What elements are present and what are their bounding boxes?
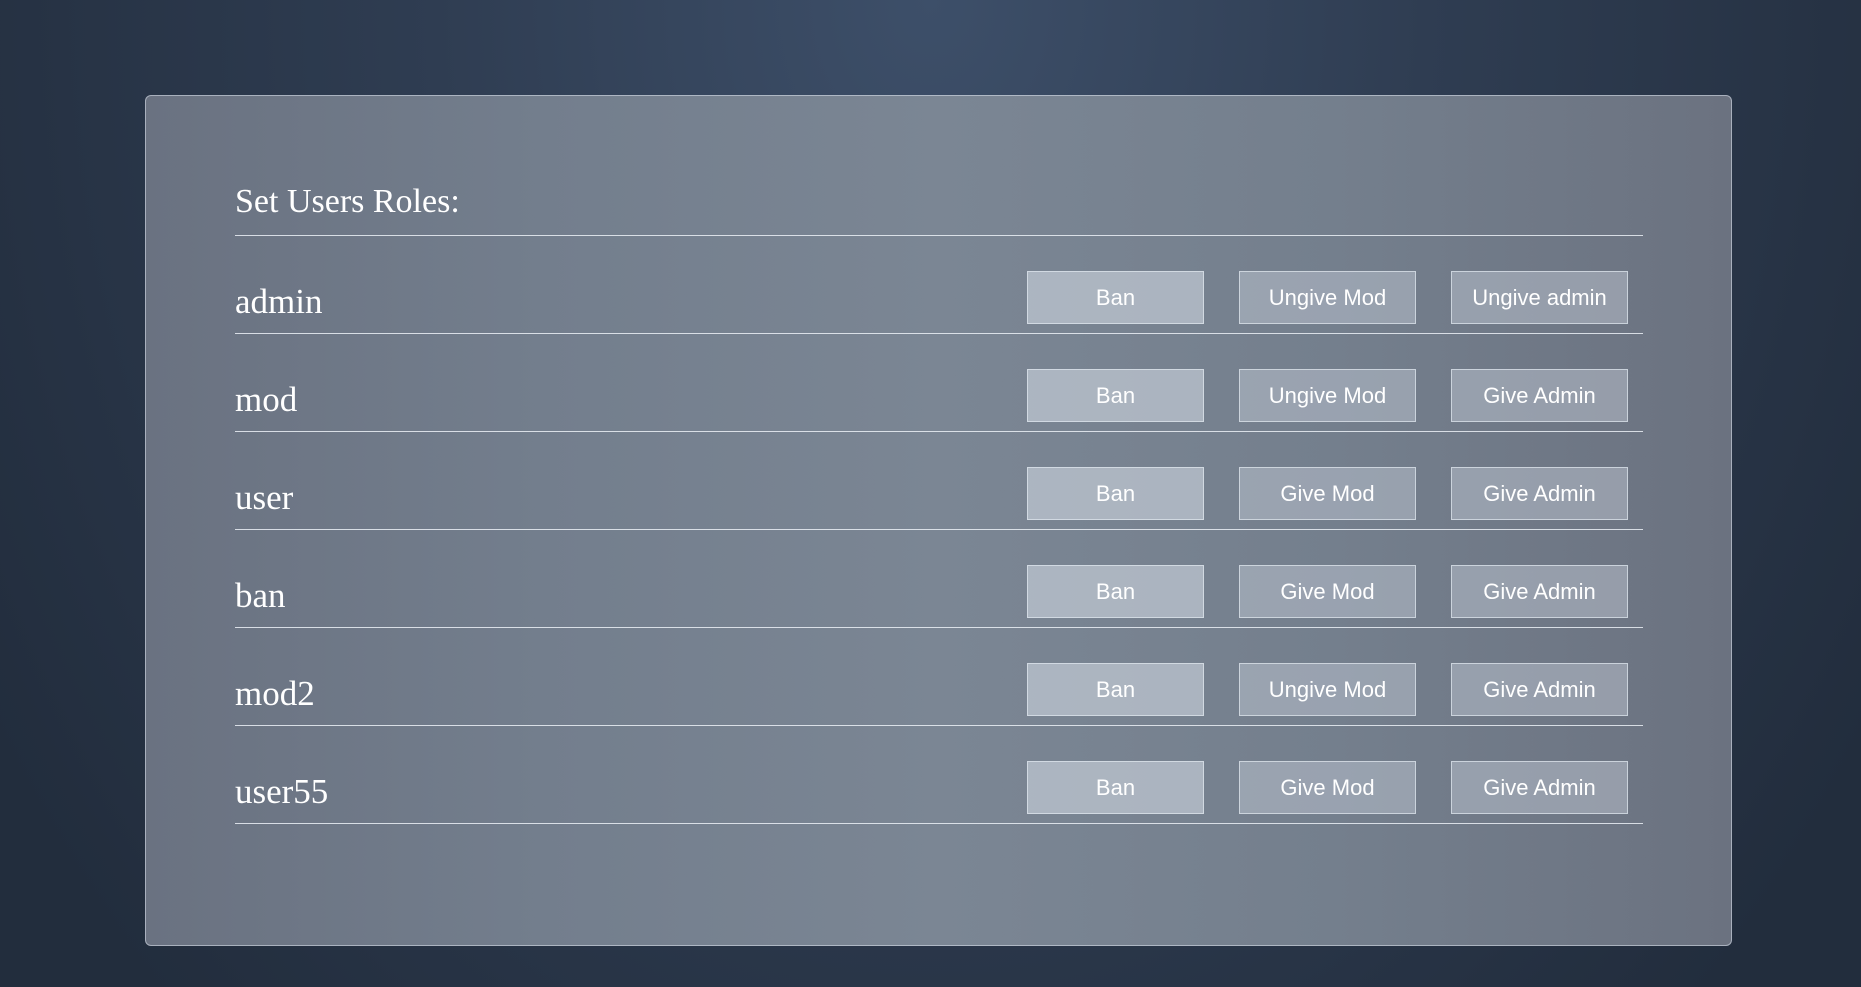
- user-actions: Ban Ungive Mod Give Admin: [1027, 663, 1628, 716]
- page-title: Set Users Roles:: [235, 183, 460, 220]
- user-actions: Ban Ungive Mod Give Admin: [1027, 369, 1628, 422]
- ungive-admin-button[interactable]: Ungive admin: [1451, 271, 1628, 324]
- user-name: ban: [235, 576, 286, 615]
- give-admin-button[interactable]: Give Admin: [1451, 761, 1628, 814]
- user-row-mod2: mod2 Ban Ungive Mod Give Admin: [235, 628, 1643, 726]
- ban-button[interactable]: Ban: [1027, 467, 1204, 520]
- ungive-mod-button[interactable]: Ungive Mod: [1239, 663, 1416, 716]
- user-name: mod: [235, 380, 298, 419]
- give-mod-button[interactable]: Give Mod: [1239, 761, 1416, 814]
- ban-button[interactable]: Ban: [1027, 369, 1204, 422]
- give-admin-button[interactable]: Give Admin: [1451, 467, 1628, 520]
- ban-button[interactable]: Ban: [1027, 271, 1204, 324]
- user-row-admin: admin Ban Ungive Mod Ungive admin: [235, 236, 1643, 334]
- user-name: user55: [235, 772, 329, 811]
- user-name: admin: [235, 282, 323, 321]
- ungive-mod-button[interactable]: Ungive Mod: [1239, 271, 1416, 324]
- user-row-ban: ban Ban Give Mod Give Admin: [235, 530, 1643, 628]
- give-admin-button[interactable]: Give Admin: [1451, 369, 1628, 422]
- user-role-list: admin Ban Ungive Mod Ungive admin mod Ba…: [235, 236, 1643, 824]
- give-admin-button[interactable]: Give Admin: [1451, 565, 1628, 618]
- user-row-mod: mod Ban Ungive Mod Give Admin: [235, 334, 1643, 432]
- give-mod-button[interactable]: Give Mod: [1239, 565, 1416, 618]
- user-actions: Ban Give Mod Give Admin: [1027, 467, 1628, 520]
- ungive-mod-button[interactable]: Ungive Mod: [1239, 369, 1416, 422]
- ban-button[interactable]: Ban: [1027, 663, 1204, 716]
- user-row-user: user Ban Give Mod Give Admin: [235, 432, 1643, 530]
- ban-button[interactable]: Ban: [1027, 761, 1204, 814]
- give-admin-button[interactable]: Give Admin: [1451, 663, 1628, 716]
- ban-button[interactable]: Ban: [1027, 565, 1204, 618]
- user-row-user55: user55 Ban Give Mod Give Admin: [235, 726, 1643, 824]
- user-name: mod2: [235, 674, 315, 713]
- user-name: user: [235, 478, 294, 517]
- give-mod-button[interactable]: Give Mod: [1239, 467, 1416, 520]
- roles-panel: Set Users Roles: admin Ban Ungive Mod Un…: [145, 95, 1732, 946]
- user-actions: Ban Give Mod Give Admin: [1027, 565, 1628, 618]
- user-actions: Ban Give Mod Give Admin: [1027, 761, 1628, 814]
- user-actions: Ban Ungive Mod Ungive admin: [1027, 271, 1628, 324]
